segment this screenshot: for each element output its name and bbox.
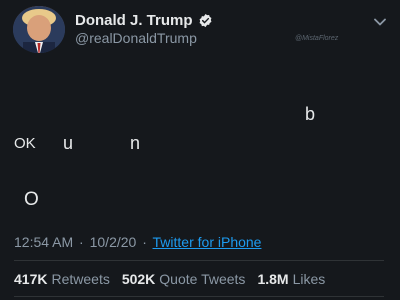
- quote-tweets-count: 502K: [121, 271, 156, 287]
- tweet-text-n: n: [130, 133, 141, 153]
- likes-stat[interactable]: 1.8M Likes: [257, 271, 325, 287]
- tweet-stats: 417K Retweets 502K Quote Tweets 1.8M Lik…: [14, 271, 325, 287]
- quote-tweets-label: Quote Tweets: [159, 271, 246, 287]
- divider: [14, 260, 384, 261]
- divider-bottom: [14, 296, 384, 297]
- verified-badge-icon: [198, 13, 213, 28]
- tweet-text-u: u: [63, 133, 74, 153]
- retweets-stat[interactable]: 417K Retweets: [14, 271, 110, 287]
- tweet-text-b: b: [305, 104, 316, 124]
- tweet-meta: 12:54 AM · 10/2/20 · Twitter for iPhone: [14, 234, 261, 250]
- avatar[interactable]: [13, 6, 65, 53]
- tweet-source-link[interactable]: Twitter for iPhone: [153, 234, 262, 250]
- meta-separator-2: ·: [142, 234, 147, 250]
- quote-tweets-stat[interactable]: 502K Quote Tweets: [122, 271, 246, 287]
- tweet-date[interactable]: 10/2/20: [90, 234, 137, 250]
- tweet-text-ok: OK: [14, 135, 36, 152]
- watermark: @MistaFlorez: [295, 35, 339, 42]
- tweet-card: Donald J. Trump @realDonaldTrump @MistaF…: [0, 0, 400, 300]
- tweet-text-o: O: [24, 189, 39, 210]
- author-handle[interactable]: @realDonaldTrump: [75, 30, 197, 46]
- retweets-label: Retweets: [51, 271, 110, 287]
- tweet-time[interactable]: 12:54 AM: [14, 234, 73, 250]
- retweets-count: 417K: [14, 271, 48, 287]
- likes-label: Likes: [292, 271, 326, 287]
- meta-separator: ·: [79, 234, 84, 250]
- chevron-down-icon[interactable]: [372, 14, 388, 30]
- author-display-name[interactable]: Donald J. Trump: [75, 12, 193, 29]
- likes-count: 1.8M: [257, 271, 289, 287]
- profile-photo-icon: [13, 6, 65, 53]
- author-name-row: Donald J. Trump: [75, 12, 213, 29]
